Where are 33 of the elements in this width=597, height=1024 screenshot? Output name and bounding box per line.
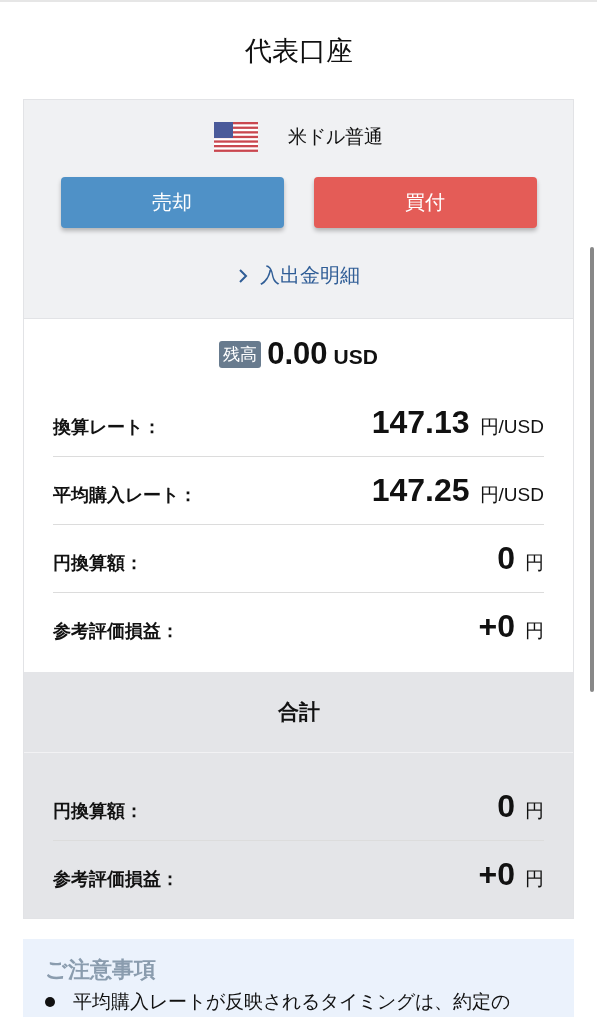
balance-amount: 0.00 — [267, 336, 328, 372]
row-label: 平均購入レート： — [53, 483, 198, 507]
notice-title: ご注意事項 — [45, 956, 157, 984]
page-title: 代表口座 — [244, 34, 353, 68]
row-unit: 円 — [525, 618, 544, 643]
row-value: 0 — [497, 540, 515, 577]
row-label: 参考評価損益： — [53, 867, 180, 891]
row-value: 147.25 — [371, 472, 470, 509]
scrollbar[interactable] — [590, 247, 594, 692]
bullet-icon — [45, 997, 55, 1007]
row-label: 参考評価損益： — [53, 619, 180, 643]
row-value: +0 — [478, 608, 515, 645]
us-flag-icon — [214, 122, 258, 152]
balance-badge: 残高 — [219, 340, 262, 368]
history-link[interactable]: 入出金明細 — [237, 262, 360, 289]
row-unit: 円 — [525, 798, 544, 823]
balance-currency: USD — [333, 345, 378, 369]
row-value: 147.13 — [371, 404, 470, 441]
row-unit: 円/USD — [479, 482, 544, 507]
total-title: 合計 — [277, 699, 320, 725]
row-value: 0 — [497, 788, 515, 825]
account-name: 米ドル普通 — [288, 125, 383, 149]
row-unit: 円 — [525, 866, 544, 891]
sell-button[interactable]: 売却 — [60, 177, 284, 228]
chevron-right-icon — [237, 267, 248, 284]
row-label: 円換算額： — [53, 799, 144, 823]
row-unit: 円 — [525, 550, 544, 575]
notice-text: 平均購入レートが反映されるタイミングは、約定の — [73, 991, 510, 1013]
row-label: 円換算額： — [53, 551, 144, 575]
row-label: 換算レート： — [53, 415, 162, 439]
buy-button[interactable]: 買付 — [313, 177, 537, 228]
row-value: +0 — [478, 856, 515, 893]
row-unit: 円/USD — [479, 414, 544, 439]
